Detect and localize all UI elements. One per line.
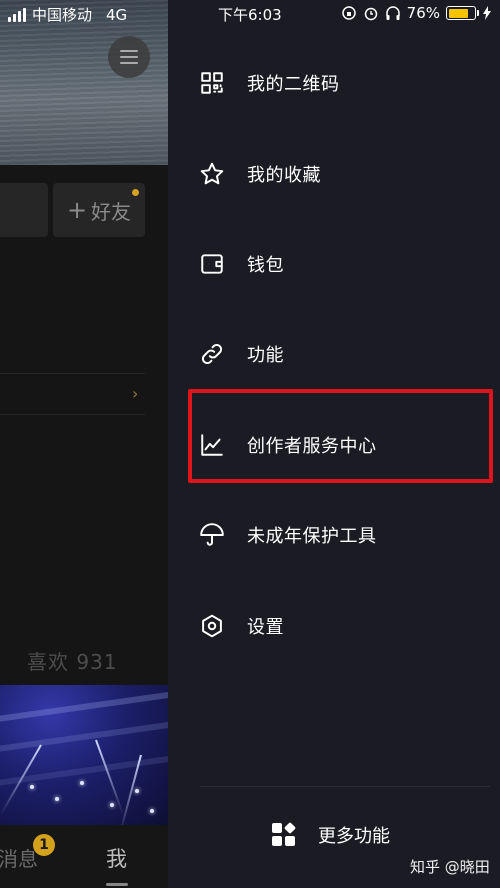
divider bbox=[0, 414, 145, 415]
settings-icon bbox=[198, 612, 226, 640]
network-type: 4G bbox=[106, 5, 128, 24]
signal-icon bbox=[8, 7, 26, 22]
video-thumbnail[interactable] bbox=[0, 685, 168, 825]
divider bbox=[200, 786, 490, 787]
menu-item-label: 创作者服务中心 bbox=[247, 436, 377, 457]
menu-item-settings[interactable]: 设置 bbox=[168, 591, 500, 661]
watermark: 知乎 @晓田 bbox=[410, 858, 490, 876]
alarm-icon bbox=[364, 7, 377, 21]
menu-item-label: 功能 bbox=[247, 345, 284, 366]
profile-background: + 好友 › 喜欢 931 消息 1 我 bbox=[0, 0, 168, 888]
menu-item-minor-protection[interactable]: 未成年保护工具 bbox=[168, 500, 500, 570]
menu-item-features[interactable]: 功能 bbox=[168, 319, 500, 389]
star-icon bbox=[198, 160, 226, 188]
menu-item-favorites[interactable]: 我的收藏 bbox=[168, 139, 500, 209]
chevron-right-icon[interactable]: › bbox=[132, 384, 138, 403]
menu-item-label: 我的二维码 bbox=[247, 74, 340, 95]
plus-icon: + bbox=[66, 196, 88, 224]
qr-code-icon bbox=[198, 69, 226, 97]
battery-percent: 76% bbox=[406, 4, 440, 22]
chart-icon bbox=[198, 431, 226, 459]
edit-profile-button[interactable] bbox=[0, 183, 48, 237]
menu-item-wallet[interactable]: 钱包 bbox=[168, 229, 500, 299]
orientation-lock-icon bbox=[341, 6, 356, 20]
likes-tab[interactable]: 喜欢 931 bbox=[27, 646, 118, 675]
carrier-name: 中国移动 bbox=[32, 6, 93, 24]
status-bar: 中国移动 4G 下午6:03 76% bbox=[0, 0, 500, 28]
tab-me[interactable]: 我 bbox=[106, 843, 127, 873]
menu-button[interactable] bbox=[108, 36, 150, 78]
side-drawer: 我的二维码 我的收藏 钱包 功能 创作者服务中心 未成年保护工具 设置 更多功能 bbox=[168, 0, 500, 888]
umbrella-icon bbox=[198, 521, 226, 549]
status-left: 中国移动 4G bbox=[8, 4, 127, 25]
menu-item-label: 我的收藏 bbox=[247, 165, 321, 186]
divider bbox=[0, 373, 145, 374]
add-friend-label: 好友 bbox=[91, 199, 132, 224]
grid-icon bbox=[272, 821, 297, 847]
headphones-icon bbox=[385, 6, 400, 20]
more-features-button[interactable]: 更多功能 bbox=[272, 821, 390, 848]
battery-icon bbox=[446, 6, 479, 20]
menu-item-label: 设置 bbox=[247, 617, 284, 638]
menu-item-qr-code[interactable]: 我的二维码 bbox=[168, 48, 500, 118]
bottom-tab-bar: 消息 1 我 bbox=[0, 825, 168, 888]
menu-item-label: 钱包 bbox=[247, 255, 284, 276]
charging-icon bbox=[483, 6, 491, 20]
menu-item-label: 未成年保护工具 bbox=[247, 526, 377, 547]
menu-item-creator-center[interactable]: 创作者服务中心 bbox=[168, 410, 500, 480]
status-time: 下午6:03 bbox=[218, 6, 282, 24]
more-features-label: 更多功能 bbox=[318, 826, 390, 847]
notification-dot bbox=[132, 189, 139, 196]
add-friend-button[interactable]: + 好友 bbox=[53, 183, 145, 237]
status-right: 76% bbox=[341, 4, 492, 22]
link-icon bbox=[198, 340, 226, 368]
wallet-icon bbox=[198, 250, 226, 278]
message-badge: 1 bbox=[33, 834, 55, 856]
active-tab-indicator bbox=[106, 883, 128, 886]
